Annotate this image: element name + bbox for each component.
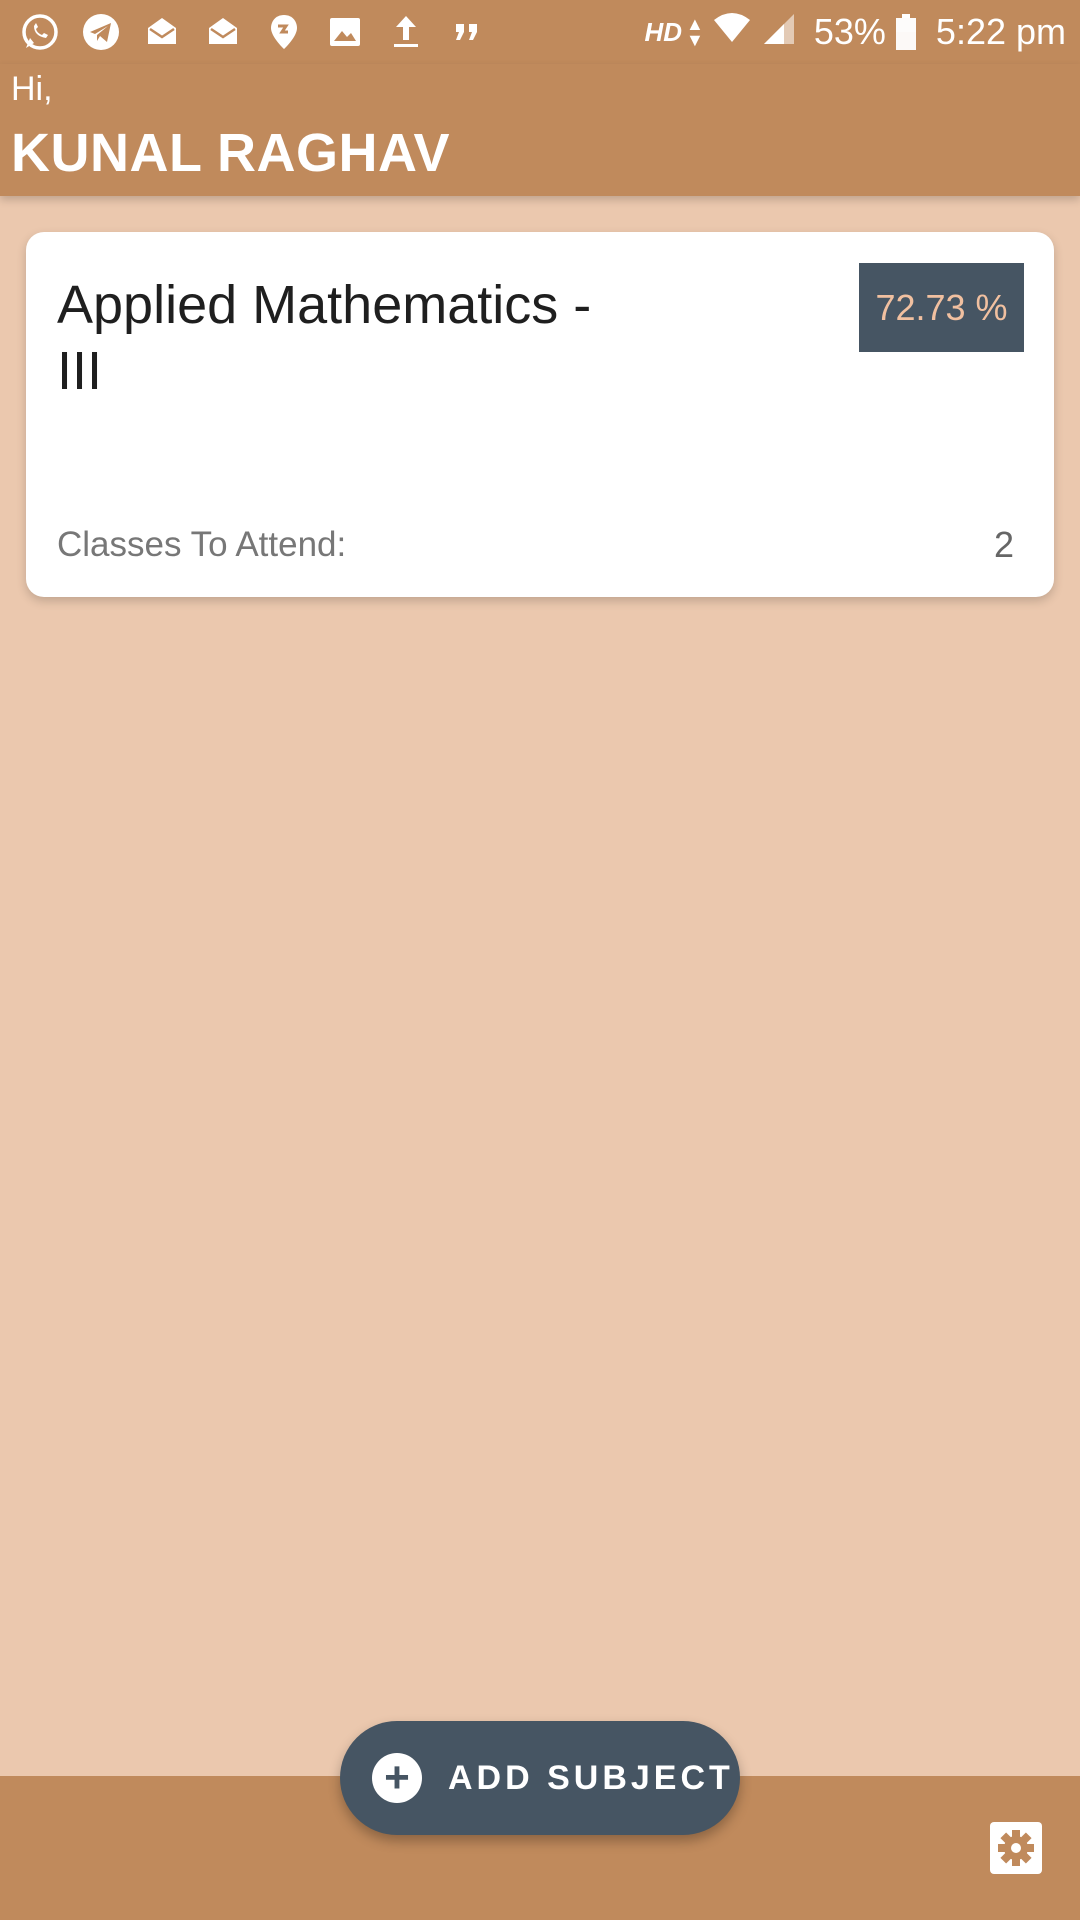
- battery-percentage: 53%: [813, 11, 886, 52]
- notification-icons: [18, 8, 506, 56]
- system-status: HD ▲ ▼ 53% 5:22 pm: [644, 8, 1066, 56]
- telegram-icon: [79, 10, 123, 54]
- clock: 5:22 pm: [935, 11, 1066, 52]
- data-activity-icon: ▲ ▼: [686, 14, 704, 50]
- attendance-percentage-badge: 72.73 %: [859, 263, 1024, 352]
- gear-icon: [990, 1822, 1042, 1874]
- mail-open-icon: [140, 10, 184, 54]
- greeting-text: Hi,: [11, 70, 53, 108]
- upload-icon: [384, 10, 428, 54]
- location-icon: [262, 10, 306, 54]
- quote-icon: [445, 10, 489, 54]
- whatsapp-icon: [18, 10, 62, 54]
- app-header: Hi, KUNAL RAGHAV: [0, 64, 1080, 196]
- plus-icon: +: [372, 1753, 422, 1803]
- mail-open-icon: [201, 10, 245, 54]
- wifi-icon: [712, 10, 760, 55]
- battery-icon: [895, 14, 916, 50]
- settings-button[interactable]: [990, 1822, 1042, 1874]
- cell-signal-icon: [760, 10, 808, 55]
- classes-to-attend-label: Classes To Attend:: [57, 525, 347, 564]
- classes-to-attend-value: 2: [993, 524, 1014, 565]
- network-label: HD: [644, 16, 683, 47]
- add-subject-label: ADD SUBJECT: [448, 1758, 734, 1797]
- status-bar: HD ▲ ▼ 53% 5:22 pm: [0, 0, 1080, 64]
- subject-title: Applied Mathematics - III: [57, 275, 592, 401]
- subject-card[interactable]: Applied Mathematics - III 72.73 % Classe…: [26, 232, 1054, 597]
- image-icon: [323, 10, 367, 54]
- add-subject-button[interactable]: + ADD SUBJECT: [340, 1721, 740, 1835]
- user-name: KUNAL RAGHAV: [11, 123, 451, 183]
